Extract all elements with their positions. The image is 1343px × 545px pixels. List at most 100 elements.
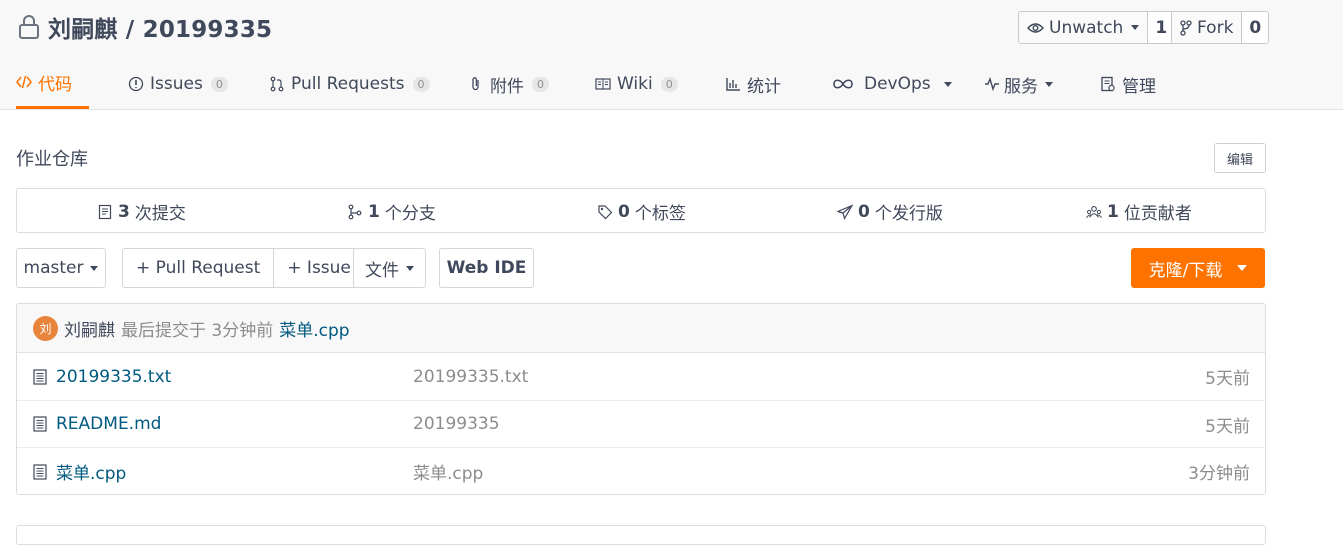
tab-issues-label: Issues <box>150 74 203 94</box>
tab-devops[interactable]: DevOps <box>832 58 952 110</box>
fork-label: Fork <box>1197 17 1234 38</box>
tab-code[interactable]: 代码 <box>16 58 89 109</box>
fork-button[interactable]: Fork <box>1172 12 1242 43</box>
tab-code-label: 代码 <box>38 74 72 95</box>
pulse-icon <box>985 76 999 92</box>
repo-description: 作业仓库 <box>16 149 88 170</box>
commit-meta: 最后提交于 3分钟前 <box>121 320 274 341</box>
repo-name[interactable]: 刘嗣麒 / 20199335 <box>48 10 272 44</box>
code-icon <box>16 75 32 89</box>
clone-download-label: 克隆/下载 <box>1148 260 1223 281</box>
watch-button[interactable]: Unwatch <box>1019 12 1148 43</box>
watch-button-group: Unwatch 1 <box>1018 11 1176 44</box>
file-menu-button[interactable]: 文件 <box>353 248 426 288</box>
tab-attachments-label: 附件 <box>490 76 524 97</box>
tab-statistics-label: 统计 <box>747 76 781 97</box>
stat-contributors-label: 位贡献者 <box>1123 204 1192 224</box>
new-issue-button[interactable]: + Issue <box>273 249 364 287</box>
stat-branches[interactable]: 1 个分支 <box>347 189 436 234</box>
contributors-icon <box>1086 205 1102 218</box>
file-commit-message[interactable]: 20199335.txt <box>413 353 528 400</box>
file-icon <box>33 368 47 385</box>
file-name-link[interactable]: README.md <box>33 401 161 448</box>
wiki-book-icon <box>595 78 611 90</box>
stat-contributors[interactable]: 1 位贡献者 <box>1086 189 1192 234</box>
tab-issues[interactable]: Issues 0 <box>128 58 228 110</box>
file-row: README.md 20199335 5天前 <box>17 401 1265 448</box>
file-row: 菜单.cpp 菜单.cpp 3分钟前 <box>17 448 1265 494</box>
watch-label: Unwatch <box>1049 17 1124 38</box>
chevron-down-icon <box>1045 81 1053 87</box>
file-commit-message[interactable]: 菜单.cpp <box>413 448 483 494</box>
fork-button-group: Fork 0 <box>1171 11 1270 44</box>
chevron-down-icon <box>90 265 99 271</box>
avatar[interactable]: 刘 <box>33 315 58 341</box>
chevron-down-icon <box>406 265 414 271</box>
tab-statistics[interactable]: 统计 <box>725 58 781 110</box>
eye-icon <box>1027 22 1044 33</box>
settings-doc-icon <box>1101 76 1115 92</box>
branch-select[interactable]: master <box>16 248 106 288</box>
tag-icon <box>598 204 613 219</box>
paperclip-icon <box>472 77 479 91</box>
file-name-link[interactable]: 20199335.txt <box>33 353 171 400</box>
web-ide-button[interactable]: Web IDE <box>439 248 534 288</box>
infinity-icon <box>833 79 853 89</box>
clone-download-button[interactable]: 克隆/下载 <box>1131 248 1265 288</box>
stat-releases-count: 0 <box>858 201 870 222</box>
file-icon <box>33 416 47 432</box>
pull-requests-count-badge: 0 <box>412 76 430 92</box>
repo-title: 刘嗣麒 / 20199335 <box>18 10 272 44</box>
tab-pull-requests[interactable]: Pull Requests 0 <box>269 58 430 110</box>
file-name: README.md <box>56 414 162 434</box>
stat-commits-count: 3 <box>118 201 130 222</box>
repo-stats-bar: 3 次提交 1 个分支 0 个标签 0 个发行版 1 位贡献者 <box>16 188 1266 233</box>
stat-tags[interactable]: 0 个标签 <box>597 189 686 234</box>
tab-attachments[interactable]: 附件 0 <box>468 58 549 110</box>
edit-description-button[interactable]: 编辑 <box>1214 143 1266 173</box>
tab-settings-label: 管理 <box>1122 76 1156 97</box>
file-name: 20199335.txt <box>56 366 172 387</box>
lock-icon <box>19 15 39 39</box>
file-list: 刘 刘嗣麒 最后提交于 3分钟前 菜单.cpp 20199335.txt 201… <box>16 303 1266 495</box>
stat-branches-label: 个分支 <box>384 204 436 224</box>
stat-contributors-count: 1 <box>1107 201 1119 222</box>
tab-services-label: 服务 <box>1004 76 1038 97</box>
stat-tags-label: 个标签 <box>634 204 686 224</box>
stat-releases[interactable]: 0 个发行版 <box>837 189 943 234</box>
commit-author[interactable]: 刘嗣麒 <box>64 316 115 341</box>
new-pull-request-button[interactable]: + Pull Request <box>123 249 273 287</box>
file-name-link[interactable]: 菜单.cpp <box>33 448 126 494</box>
chevron-down-icon <box>943 81 952 87</box>
tab-wiki-label: Wiki <box>617 74 653 94</box>
file-commit-time: 5天前 <box>1205 416 1250 437</box>
wiki-count-badge: 0 <box>660 76 678 92</box>
file-row: 20199335.txt 20199335.txt 5天前 <box>17 353 1265 401</box>
commit-message-link[interactable]: 菜单.cpp <box>279 316 349 341</box>
pull-request-icon <box>270 76 284 92</box>
stat-branches-count: 1 <box>368 201 380 222</box>
create-button-group: + Pull Request + Issue <box>122 248 365 288</box>
tab-services[interactable]: 服务 <box>984 58 1053 110</box>
send-icon <box>837 203 853 220</box>
fork-icon <box>1180 19 1192 36</box>
bar-chart-icon <box>726 78 740 91</box>
readme-panel <box>16 525 1266 545</box>
fork-count[interactable]: 0 <box>1241 12 1269 43</box>
stat-commits[interactable]: 3 次提交 <box>97 189 186 234</box>
issue-icon <box>128 76 144 92</box>
attachments-count-badge: 0 <box>532 76 549 92</box>
chevron-down-icon <box>1131 25 1140 30</box>
branch-select-label: master <box>23 258 84 278</box>
tab-pull-requests-label: Pull Requests <box>291 74 405 94</box>
chevron-down-icon <box>1237 265 1248 271</box>
stat-releases-label: 个发行版 <box>874 204 943 224</box>
commit-doc-icon <box>98 204 112 219</box>
tab-settings[interactable]: 管理 <box>1100 58 1156 110</box>
repo-header: 刘嗣麒 / 20199335 Unwatch 1 Fork 0 代码 Issue… <box>0 0 1343 110</box>
file-commit-time: 5天前 <box>1205 369 1250 389</box>
file-commit-time: 3分钟前 <box>1188 464 1250 484</box>
stat-tags-count: 0 <box>618 201 630 222</box>
tab-wiki[interactable]: Wiki 0 <box>595 58 678 110</box>
file-commit-message[interactable]: 20199335 <box>413 401 500 448</box>
